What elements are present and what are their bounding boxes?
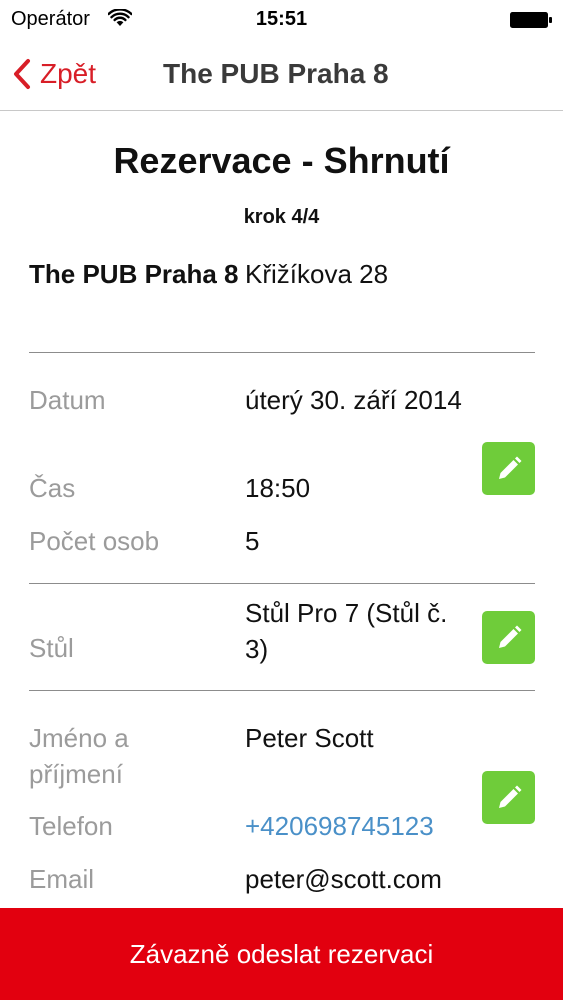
back-button-label: Zpět [40, 58, 97, 89]
table-label: Stůl [29, 633, 74, 663]
time-value: 18:50 [245, 473, 311, 503]
page-title: Rezervace - Shrnutí [113, 140, 450, 181]
table-value: Stůl Pro 7 (Stůl č. 3) [245, 598, 448, 664]
status-time: 15:51 [255, 8, 308, 30]
time-label: Čas [29, 473, 76, 503]
pencil-icon [498, 785, 521, 808]
battery-icon [510, 12, 552, 28]
back-button[interactable]: Zpět [12, 54, 96, 94]
venue-address: Křižíkova 28 [245, 259, 389, 289]
phone-label: Telefon [29, 811, 113, 841]
venue-name: The PUB Praha 8 [29, 259, 239, 289]
pencil-icon [498, 625, 521, 648]
persons-label: Počet osob [29, 526, 160, 556]
submit-reservation-label: Závazně odeslat rezervaci [129, 938, 434, 969]
navigation-bar: Zpět The PUB Praha 8 [0, 38, 563, 111]
step-indicator: krok 4/4 [243, 206, 320, 228]
divider [29, 690, 535, 691]
date-value: úterý 30. září 2014 [245, 385, 462, 415]
edit-contact-button[interactable] [482, 771, 535, 824]
name-value: Peter Scott [245, 723, 374, 753]
name-label: Jméno a příjmení [29, 723, 129, 789]
edit-booking-button[interactable] [482, 442, 535, 495]
email-label: Email [29, 864, 95, 894]
email-value: peter@scott.com [245, 864, 442, 894]
persons-value: 5 [245, 526, 260, 556]
submit-reservation-button[interactable]: Závazně odeslat rezervaci [0, 908, 563, 1000]
nav-title: The PUB Praha 8 [163, 58, 389, 89]
status-bar: Operátor 15:51 [0, 0, 563, 38]
phone-link[interactable]: +420698745123 [245, 808, 434, 844]
reservation-summary-screen: Operátor 15:51 Zpět The PUB Praha 8 Reze… [0, 0, 563, 1000]
divider [29, 352, 535, 353]
divider [29, 583, 535, 584]
pencil-icon [498, 456, 521, 479]
chevron-left-icon [14, 59, 30, 89]
date-label: Datum [29, 385, 106, 415]
edit-table-button[interactable] [482, 611, 535, 664]
